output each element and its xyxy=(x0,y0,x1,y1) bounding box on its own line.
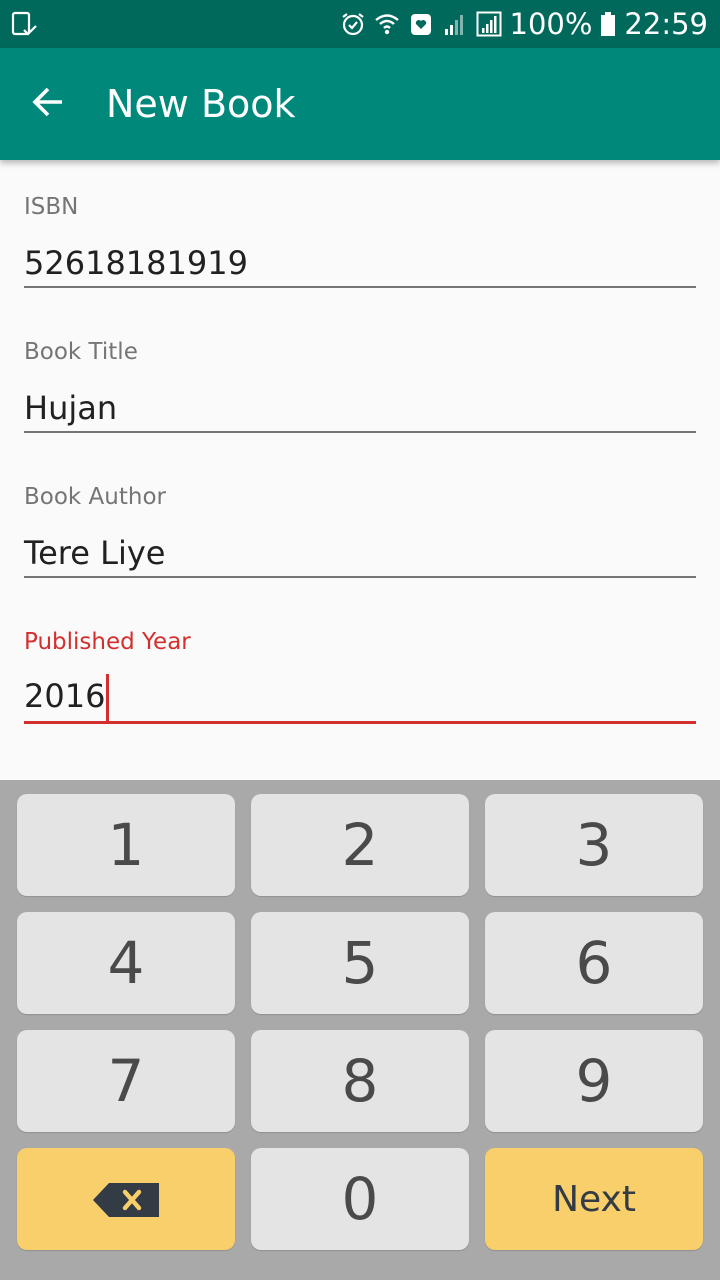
back-button[interactable] xyxy=(20,76,76,132)
key-6[interactable]: 6 xyxy=(485,912,703,1014)
clock: 22:59 xyxy=(624,7,708,41)
published-year-field[interactable]: Published Year 2016 xyxy=(24,627,696,757)
isbn-label: ISBN xyxy=(24,194,79,220)
backspace-icon xyxy=(91,1165,161,1233)
published-year-input[interactable]: 2016 xyxy=(24,671,110,722)
key-3[interactable]: 3 xyxy=(485,794,703,896)
isbn-underline xyxy=(24,286,696,288)
backspace-button[interactable] xyxy=(17,1148,235,1250)
book-author-value[interactable]: Tere Liye xyxy=(24,528,165,578)
published-year-underline xyxy=(24,721,696,724)
book-title-value[interactable]: Hujan xyxy=(24,383,117,433)
key-5[interactable]: 5 xyxy=(251,912,469,1014)
book-author-label: Book Author xyxy=(24,484,166,510)
numeric-keypad: 1 2 3 4 5 6 7 8 9 0 Next xyxy=(0,780,720,1280)
signal-box-icon xyxy=(476,11,502,37)
alarm-icon xyxy=(340,11,366,37)
book-author-field[interactable]: Book Author Tere Liye xyxy=(24,482,696,612)
next-button[interactable]: Next xyxy=(485,1148,703,1250)
text-caret xyxy=(106,674,110,722)
screenshot-icon xyxy=(10,10,38,38)
key-0[interactable]: 0 xyxy=(251,1148,469,1250)
key-4[interactable]: 4 xyxy=(17,912,235,1014)
key-2[interactable]: 2 xyxy=(251,794,469,896)
status-bar: 100% 22:59 xyxy=(0,0,720,48)
key-7[interactable]: 7 xyxy=(17,1030,235,1132)
battery-icon xyxy=(600,11,616,37)
isbn-field[interactable]: ISBN 52618181919 xyxy=(24,192,696,322)
published-year-label: Published Year xyxy=(24,629,191,655)
battery-percent: 100% xyxy=(509,7,593,41)
key-8[interactable]: 8 xyxy=(251,1030,469,1132)
arrow-left-icon xyxy=(30,84,66,124)
book-title-label: Book Title xyxy=(24,339,138,365)
published-year-value: 2016 xyxy=(24,677,106,715)
signal-icon xyxy=(442,11,468,37)
book-author-underline xyxy=(24,576,696,578)
isbn-value[interactable]: 52618181919 xyxy=(24,238,248,288)
page-title: New Book xyxy=(106,82,296,126)
key-9[interactable]: 9 xyxy=(485,1030,703,1132)
key-1[interactable]: 1 xyxy=(17,794,235,896)
book-title-field[interactable]: Book Title Hujan xyxy=(24,337,696,467)
wifi-icon xyxy=(374,11,400,37)
heart-icon xyxy=(408,11,434,37)
app-bar: New Book xyxy=(0,48,720,160)
book-title-underline xyxy=(24,431,696,433)
